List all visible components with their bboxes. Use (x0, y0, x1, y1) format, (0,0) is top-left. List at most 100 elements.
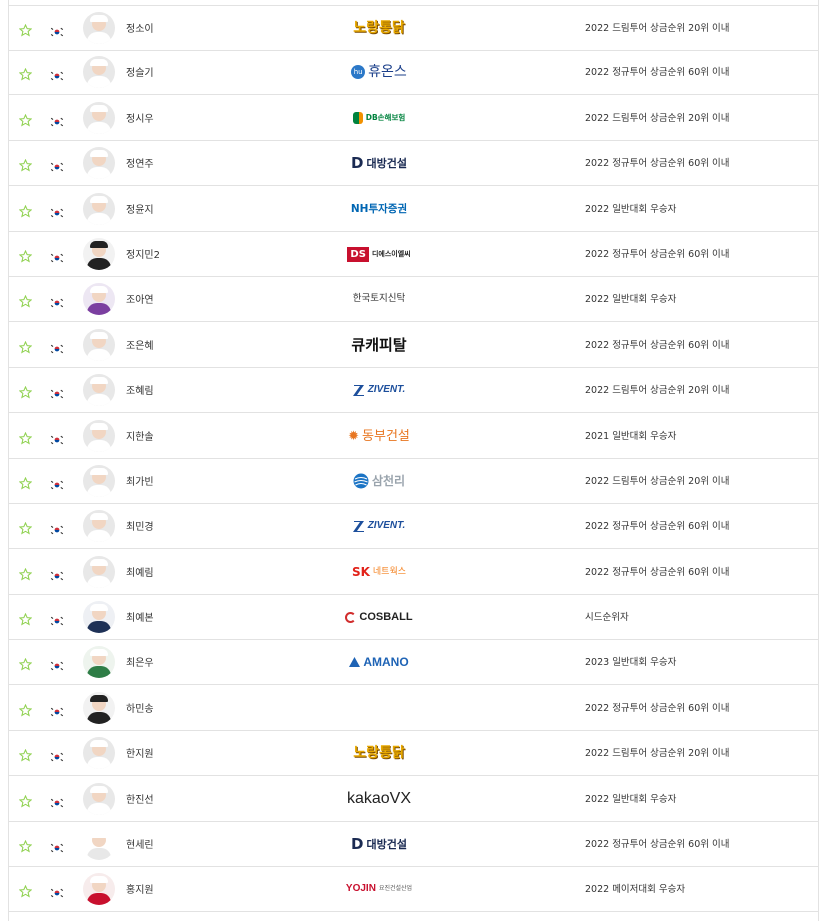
player-row[interactable]: 최은우 AMANO 2023 일반대회 우승자 (9, 640, 818, 685)
qualification-text: 2022 메이저대회 우승자 (585, 884, 686, 895)
sponsor-name: 휴온스 (368, 64, 407, 80)
star-outline-icon[interactable] (18, 248, 33, 263)
sponsor-name: 큐캐피탈 (351, 335, 407, 354)
sponsor-logo: 한국토지신탁 (331, 286, 427, 312)
sponsor-name: 노랑통닭 (353, 20, 405, 36)
player-name[interactable]: 하민송 (126, 700, 154, 715)
sponsor-logo: AMANO (331, 649, 427, 675)
star-outline-icon[interactable] (18, 157, 33, 172)
samchully-globe-icon (353, 473, 369, 489)
sponsor-logo: DS 디에스이엘씨 (331, 241, 427, 267)
player-row[interactable]: 한지원 노랑통닭 2022 드림투어 상금순위 20위 이내 (9, 731, 818, 776)
star-outline-icon[interactable] (18, 339, 33, 354)
player-avatar (83, 102, 115, 134)
korea-flag-icon (50, 520, 64, 535)
daebang-d-icon: D (351, 835, 364, 853)
player-row[interactable]: 지한솔 ✹ 동부건설 2021 일반대회 우승자 (9, 414, 818, 459)
player-name[interactable]: 정소이 (126, 20, 154, 35)
player-row[interactable]: 최민경 ZIVENT. 2022 정규투어 상금순위 60위 이내 (9, 504, 818, 549)
sponsor-logo: 노랑통닭 (331, 15, 427, 41)
player-row[interactable]: 현세린 D 대방건설 2022 정규투어 상금순위 60위 이내 (9, 822, 818, 867)
player-name[interactable]: 정슬기 (126, 64, 154, 79)
player-avatar (83, 556, 115, 588)
player-row[interactable]: 최예림 SK 네트웍스 2022 정규투어 상금순위 60위 이내 (9, 550, 818, 595)
cosball-ball-icon (345, 611, 357, 623)
qualification-text: 2022 일반대회 우승자 (585, 794, 677, 805)
ds-box-icon: DS (347, 246, 369, 262)
sponsor-logo (331, 695, 427, 721)
star-outline-icon[interactable] (18, 702, 33, 717)
player-name[interactable]: 정연주 (126, 155, 154, 170)
korea-flag-icon (50, 838, 64, 853)
star-outline-icon[interactable] (18, 475, 33, 490)
player-name[interactable]: 지한솔 (126, 428, 154, 443)
player-name[interactable]: 정지민2 (126, 246, 160, 261)
star-outline-icon[interactable] (18, 203, 33, 218)
player-name[interactable]: 현세린 (126, 836, 154, 851)
player-avatar (83, 147, 115, 179)
sponsor-name: AMANO (363, 655, 409, 669)
star-outline-icon[interactable] (18, 838, 33, 853)
player-row[interactable]: 정연주 D 대방건설 2022 정규투어 상금순위 60위 이내 (9, 141, 818, 186)
player-row[interactable]: 홍지원 YOJIN 요진건설산업 2022 메이저대회 우승자 (9, 867, 818, 912)
qualification-text: 2022 드림투어 상금순위 20위 이내 (585, 748, 730, 759)
star-outline-icon[interactable] (18, 656, 33, 671)
qualification-text: 2022 일반대회 우승자 (585, 204, 677, 215)
korea-flag-icon (50, 203, 64, 218)
player-name[interactable]: 최예본 (126, 609, 154, 624)
player-row[interactable]: 정소이 노랑통닭 2022 드림투어 상금순위 20위 이내 (9, 5, 818, 51)
sponsor-name: kakaoVX (346, 790, 412, 807)
sponsor-name: 대방건설 (366, 156, 407, 170)
player-row[interactable]: 최예본 COSBALL 시드순위자 (9, 595, 818, 640)
qualification-text: 2022 정규투어 상금순위 60위 이내 (585, 567, 730, 578)
player-row[interactable]: 한진선 kakaoVX 2022 일반대회 우승자 (9, 777, 818, 822)
player-avatar (83, 374, 115, 406)
player-name[interactable]: 최은우 (126, 654, 154, 669)
player-name[interactable]: 조은혜 (126, 337, 154, 352)
star-outline-icon[interactable] (18, 793, 33, 808)
player-name[interactable]: 최가빈 (126, 473, 154, 488)
player-row[interactable]: 정시우 DB손해보험 2022 드림투어 상금순위 20위 이내 (9, 96, 818, 141)
sponsor-logo: ✹ 동부건설 (331, 423, 427, 449)
star-outline-icon[interactable] (18, 883, 33, 898)
player-row[interactable]: 최가빈 삼천리 2022 드림투어 상금순위 20위 이내 (9, 459, 818, 504)
player-name[interactable]: 정윤지 (126, 201, 154, 216)
qualification-text: 2022 일반대회 우승자 (585, 294, 677, 305)
star-outline-icon[interactable] (18, 747, 33, 762)
star-outline-icon[interactable] (18, 520, 33, 535)
player-name[interactable]: 한지원 (126, 745, 154, 760)
player-name[interactable]: 조혜림 (126, 382, 154, 397)
player-row[interactable]: 정지민2 DS 디에스이엘씨 2022 정규투어 상금순위 60위 이내 (9, 232, 818, 277)
player-avatar (83, 646, 115, 678)
player-row[interactable]: 정윤지 NH투자증권 2022 일반대회 우승자 (9, 187, 818, 232)
korea-flag-icon (50, 475, 64, 490)
player-row[interactable]: 조혜림 ZIVENT. 2022 드림투어 상금순위 20위 이내 (9, 368, 818, 413)
player-name[interactable]: 한진선 (126, 791, 154, 806)
player-avatar (83, 873, 115, 905)
player-name[interactable]: 최예림 (126, 564, 154, 579)
star-outline-icon[interactable] (18, 611, 33, 626)
star-outline-icon[interactable] (18, 112, 33, 127)
player-row[interactable]: 정슬기 hu 휴온스 2022 정규투어 상금순위 60위 이내 (9, 50, 818, 95)
star-outline-icon[interactable] (18, 293, 33, 308)
player-name[interactable]: 조아연 (126, 291, 154, 306)
qualification-text: 시드순위자 (585, 612, 629, 623)
korea-flag-icon (50, 566, 64, 581)
player-row[interactable]: 조아연 한국토지신탁 2022 일반대회 우승자 (9, 277, 818, 322)
player-name[interactable]: 정시우 (126, 110, 154, 125)
sponsor-name: COSBALL (359, 610, 413, 623)
star-outline-icon[interactable] (18, 384, 33, 399)
player-avatar (83, 56, 115, 88)
player-name[interactable]: 최민경 (126, 518, 154, 533)
star-outline-icon[interactable] (18, 566, 33, 581)
star-outline-icon[interactable] (18, 430, 33, 445)
qualification-text: 2022 정규투어 상금순위 60위 이내 (585, 249, 730, 260)
player-row[interactable]: 하민송 2022 정규투어 상금순위 60위 이내 (9, 686, 818, 731)
player-avatar (83, 737, 115, 769)
star-outline-icon[interactable] (18, 66, 33, 81)
sponsor-logo: SK 네트웍스 (331, 559, 427, 585)
player-name[interactable]: 홍지원 (126, 881, 154, 896)
player-row[interactable]: 조은혜 큐캐피탈 2022 정규투어 상금순위 60위 이내 (9, 323, 818, 368)
qualification-text: 2022 정규투어 상금순위 60위 이내 (585, 521, 730, 532)
star-outline-icon[interactable] (18, 22, 33, 37)
